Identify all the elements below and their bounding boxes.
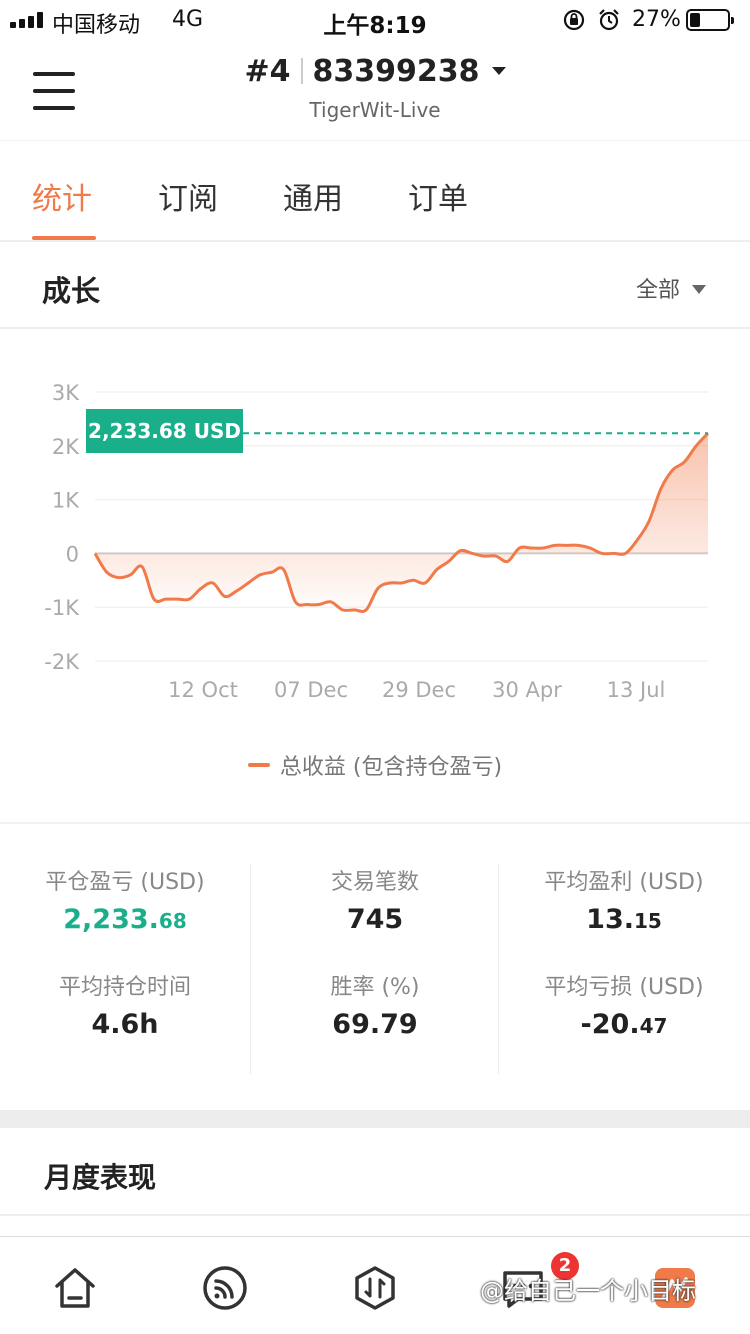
stat-label: 平均亏损 (USD) — [544, 975, 704, 1000]
x-tick-label: 29 Dec — [382, 678, 456, 702]
stat-label: 平均盈利 (USD) — [544, 870, 704, 895]
y-tick-label: -2K — [44, 650, 80, 674]
y-tick-label: 3K — [52, 381, 80, 405]
account-number: #4 — [244, 54, 291, 89]
stats-panel: 平仓盈亏 (USD) 2,233.68 交易笔数 745 平均盈利 (USD) … — [0, 822, 750, 1110]
stat-closed-pnl: 平仓盈亏 (USD) 2,233.68 — [0, 864, 250, 935]
stat-avg-hold-time: 平均持仓时间 4.6h — [0, 969, 250, 1040]
caret-down-icon — [491, 67, 506, 75]
stat-avg-profit: 平均盈利 (USD) 13.15 — [499, 864, 749, 935]
trade-icon[interactable] — [352, 1265, 398, 1311]
chart-legend: 总收益 (包含持仓盈亏) — [0, 749, 750, 781]
stat-value: 13.15 — [586, 904, 662, 935]
stat-value: 2,233.68 — [63, 904, 187, 935]
tab-bar: 统计 订阅 通用 订单 — [0, 140, 750, 242]
caret-down-icon — [692, 285, 706, 294]
x-tick-label: 07 Dec — [274, 678, 348, 702]
y-tick-label: 1K — [52, 489, 80, 513]
tab-subscribe[interactable]: 订阅 — [158, 174, 218, 218]
tab-statistics[interactable]: 统计 — [32, 174, 92, 218]
section-gap — [0, 1110, 750, 1128]
legend-label: 总收益 (包含持仓盈亏) — [279, 755, 503, 780]
y-tick-label: -1K — [44, 596, 80, 620]
growth-section-header: 成长 全部 — [0, 242, 750, 329]
status-bar: 中国移动 4G 上午8:19 27% — [0, 0, 750, 40]
watermark-text: @给自己一个小目标 — [480, 1277, 696, 1305]
alarm-icon — [599, 9, 619, 31]
stat-value: -20.47 — [580, 1009, 668, 1040]
stat-label: 平仓盈亏 (USD) — [45, 870, 205, 895]
stat-label: 交易笔数 — [330, 870, 419, 895]
account-selector[interactable]: #4 83399238 — [0, 54, 750, 89]
feed-icon[interactable] — [202, 1265, 248, 1311]
range-dropdown[interactable]: 全部 — [636, 272, 706, 304]
bottom-nav: 2 @给自己一个小目标 — [0, 1236, 750, 1334]
app-header: #4 83399238 TigerWit-Live — [0, 40, 750, 140]
battery-icon — [686, 9, 734, 31]
stat-label: 胜率 (%) — [330, 975, 420, 1000]
x-tick-label: 13 Jul — [607, 678, 666, 702]
x-tick-label: 30 Apr — [492, 678, 562, 702]
stat-value: 69.79 — [332, 1009, 418, 1040]
y-tick-label: 0 — [66, 542, 79, 566]
current-value-tag: 2,233.68 USD — [86, 409, 243, 453]
active-tab-indicator — [32, 236, 96, 240]
tab-general[interactable]: 通用 — [283, 174, 343, 218]
chart-canvas: 3K 2K 1K 0 -1K -2K 12 Oct 07 Dec 29 Dec 30 Apr 13 … — [44, 381, 710, 702]
range-label: 全部 — [635, 278, 680, 303]
monthly-performance-header[interactable]: 月度表现 — [0, 1128, 750, 1216]
stat-value: 4.6h — [91, 1009, 159, 1040]
series-area — [95, 433, 708, 612]
legend-swatch — [247, 763, 270, 767]
stat-value: 745 — [346, 904, 404, 935]
account-id: 83399238 — [312, 54, 480, 89]
section-title: 月度表现 — [44, 1161, 157, 1194]
x-tick-label: 12 Oct — [168, 678, 238, 702]
stat-trade-count: 交易笔数 745 — [250, 864, 500, 935]
growth-chart: 3K 2K 1K 0 -1K -2K 12 Oct 07 Dec 29 Dec 30 Apr 13 … — [0, 330, 750, 820]
server-name: TigerWit-Live — [309, 98, 441, 122]
stat-label: 平均持仓时间 — [58, 975, 191, 1000]
tab-orders[interactable]: 订单 — [408, 174, 468, 218]
stat-avg-loss: 平均亏损 (USD) -20.47 — [499, 969, 749, 1040]
home-icon[interactable] — [52, 1265, 98, 1311]
stat-win-rate: 胜率 (%) 69.79 — [250, 969, 500, 1040]
y-tick-label: 2K — [52, 435, 80, 459]
battery-percent: 27% — [632, 7, 681, 32]
rotation-lock-icon — [563, 9, 585, 31]
section-title: 成长 — [42, 274, 101, 308]
